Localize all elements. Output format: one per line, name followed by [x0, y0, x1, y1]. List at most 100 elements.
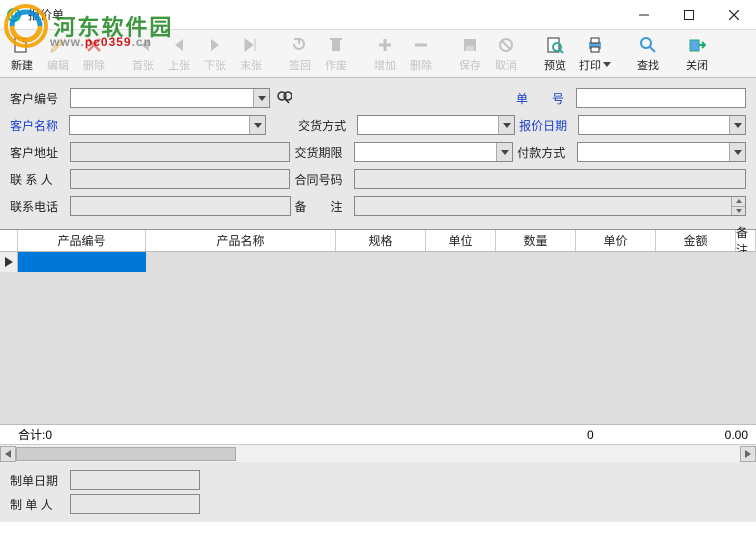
- label-customer-no: 客户编号: [10, 90, 66, 107]
- grid-header: 产品编号 产品名称 规格 单位 数量 单价 金额 备注: [0, 230, 756, 252]
- scroll-left-button[interactable]: [0, 446, 16, 462]
- add-icon: [375, 35, 395, 55]
- remarks-input[interactable]: [354, 196, 746, 216]
- footer: 制单日期 制 单 人: [0, 462, 756, 522]
- scroll-thumb[interactable]: [16, 447, 236, 461]
- scroll-right-button[interactable]: [740, 446, 756, 462]
- label-payment-method: 付款方式: [517, 144, 573, 161]
- col-amount[interactable]: 金额: [656, 230, 736, 251]
- label-remarks: 备 注: [295, 198, 351, 215]
- tb-find[interactable]: 查找: [630, 32, 666, 76]
- label-delivery-method: 交货方式: [298, 117, 353, 134]
- grid-row[interactable]: [0, 252, 756, 272]
- close-button[interactable]: [711, 0, 756, 30]
- combo-arrow-icon[interactable]: [249, 116, 265, 134]
- form-area: 客户编号 单 号 客户名称 交货方式 报价日期 客户地址 交货期限 付款方式: [0, 78, 756, 230]
- window-title: 报价单: [28, 6, 64, 23]
- tb-edit: 编辑: [40, 32, 76, 76]
- col-spec[interactable]: 规格: [336, 230, 426, 251]
- close-icon: [687, 35, 707, 55]
- combo-arrow-icon[interactable]: [729, 143, 745, 161]
- label-customer-name[interactable]: 客户名称: [10, 117, 65, 134]
- print-icon: [585, 35, 605, 55]
- combo-arrow-icon[interactable]: [496, 143, 512, 161]
- order-no-input[interactable]: [576, 88, 746, 108]
- delivery-deadline-combo[interactable]: [354, 142, 513, 162]
- combo-arrow-icon[interactable]: [729, 116, 745, 134]
- edit-icon: [48, 35, 68, 55]
- minimize-button[interactable]: [621, 0, 666, 30]
- label-delivery-deadline: 交货期限: [294, 144, 350, 161]
- new-icon: [12, 35, 32, 55]
- label-customer-addr: 客户地址: [10, 144, 66, 161]
- tb-preview[interactable]: 预览: [537, 32, 573, 76]
- app-icon: [6, 7, 22, 23]
- cell-spec[interactable]: [336, 252, 426, 272]
- cell-product-name[interactable]: [146, 252, 336, 272]
- horizontal-scrollbar[interactable]: [0, 444, 756, 462]
- tb-signback: 签回: [282, 32, 318, 76]
- customer-no-combo[interactable]: [70, 88, 270, 108]
- tb-cancel: 取消: [488, 32, 524, 76]
- last-icon: [241, 35, 261, 55]
- totals-qty: 0: [524, 428, 601, 442]
- tb-remove: 删除: [403, 32, 439, 76]
- label-contract-no: 合同号码: [294, 171, 350, 188]
- col-remark[interactable]: 备注: [736, 230, 756, 251]
- grid-body[interactable]: [0, 252, 756, 424]
- customer-name-combo[interactable]: [69, 115, 266, 135]
- label-contact: 联 系 人: [10, 171, 66, 188]
- payment-method-combo[interactable]: [577, 142, 746, 162]
- void-icon: [326, 35, 346, 55]
- phone-input[interactable]: [70, 196, 291, 216]
- cell-unit[interactable]: [426, 252, 496, 272]
- quote-date-combo[interactable]: [578, 115, 746, 135]
- col-price[interactable]: 单价: [576, 230, 656, 251]
- col-unit[interactable]: 单位: [426, 230, 496, 251]
- next-icon: [205, 35, 225, 55]
- grid: 产品编号 产品名称 规格 单位 数量 单价 金额 备注 合计:0 0: [0, 230, 756, 462]
- window-controls: [621, 0, 756, 30]
- cell-product-no[interactable]: [18, 252, 146, 272]
- tb-save: 保存: [452, 32, 488, 76]
- totals-count: 0: [45, 428, 52, 442]
- make-date-input[interactable]: [70, 470, 200, 490]
- tb-print[interactable]: 打印: [573, 32, 617, 76]
- label-quote-date[interactable]: 报价日期: [519, 117, 574, 134]
- cancel-icon: [496, 35, 516, 55]
- tb-delete: 删除: [76, 32, 112, 76]
- col-product-name[interactable]: 产品名称: [146, 230, 336, 251]
- tb-next: 下张: [197, 32, 233, 76]
- tb-add: 增加: [367, 32, 403, 76]
- cell-price[interactable]: [576, 252, 656, 272]
- maximize-button[interactable]: [666, 0, 711, 30]
- maker-input[interactable]: [70, 494, 200, 514]
- cell-qty[interactable]: [496, 252, 576, 272]
- tb-void: 作废: [318, 32, 354, 76]
- label-phone: 联系电话: [10, 198, 66, 215]
- combo-arrow-icon[interactable]: [498, 116, 514, 134]
- tb-close[interactable]: 关闭: [679, 32, 715, 76]
- label-order-no[interactable]: 单 号: [516, 90, 572, 107]
- label-make-date: 制单日期: [10, 472, 66, 489]
- contract-no-input[interactable]: [354, 169, 746, 189]
- lookup-customer-button[interactable]: [274, 88, 294, 108]
- remarks-spinner-up[interactable]: [731, 197, 745, 206]
- remarks-spinner-down[interactable]: [731, 206, 745, 216]
- col-qty[interactable]: 数量: [496, 230, 576, 251]
- col-product-no[interactable]: 产品编号: [18, 230, 146, 251]
- combo-arrow-icon[interactable]: [253, 89, 269, 107]
- tb-last: 末张: [233, 32, 269, 76]
- delivery-method-combo[interactable]: [357, 115, 515, 135]
- label-maker: 制 单 人: [10, 496, 66, 513]
- cell-remark[interactable]: [736, 252, 756, 272]
- tb-first: 首张: [125, 32, 161, 76]
- save-icon: [460, 35, 480, 55]
- tb-prev: 上张: [161, 32, 197, 76]
- totals-amount: 0.00: [679, 428, 756, 442]
- print-dropdown-icon[interactable]: [603, 62, 611, 67]
- customer-addr-input[interactable]: [70, 142, 291, 162]
- tb-new[interactable]: 新建: [4, 32, 40, 76]
- cell-amount[interactable]: [656, 252, 736, 272]
- contact-input[interactable]: [70, 169, 291, 189]
